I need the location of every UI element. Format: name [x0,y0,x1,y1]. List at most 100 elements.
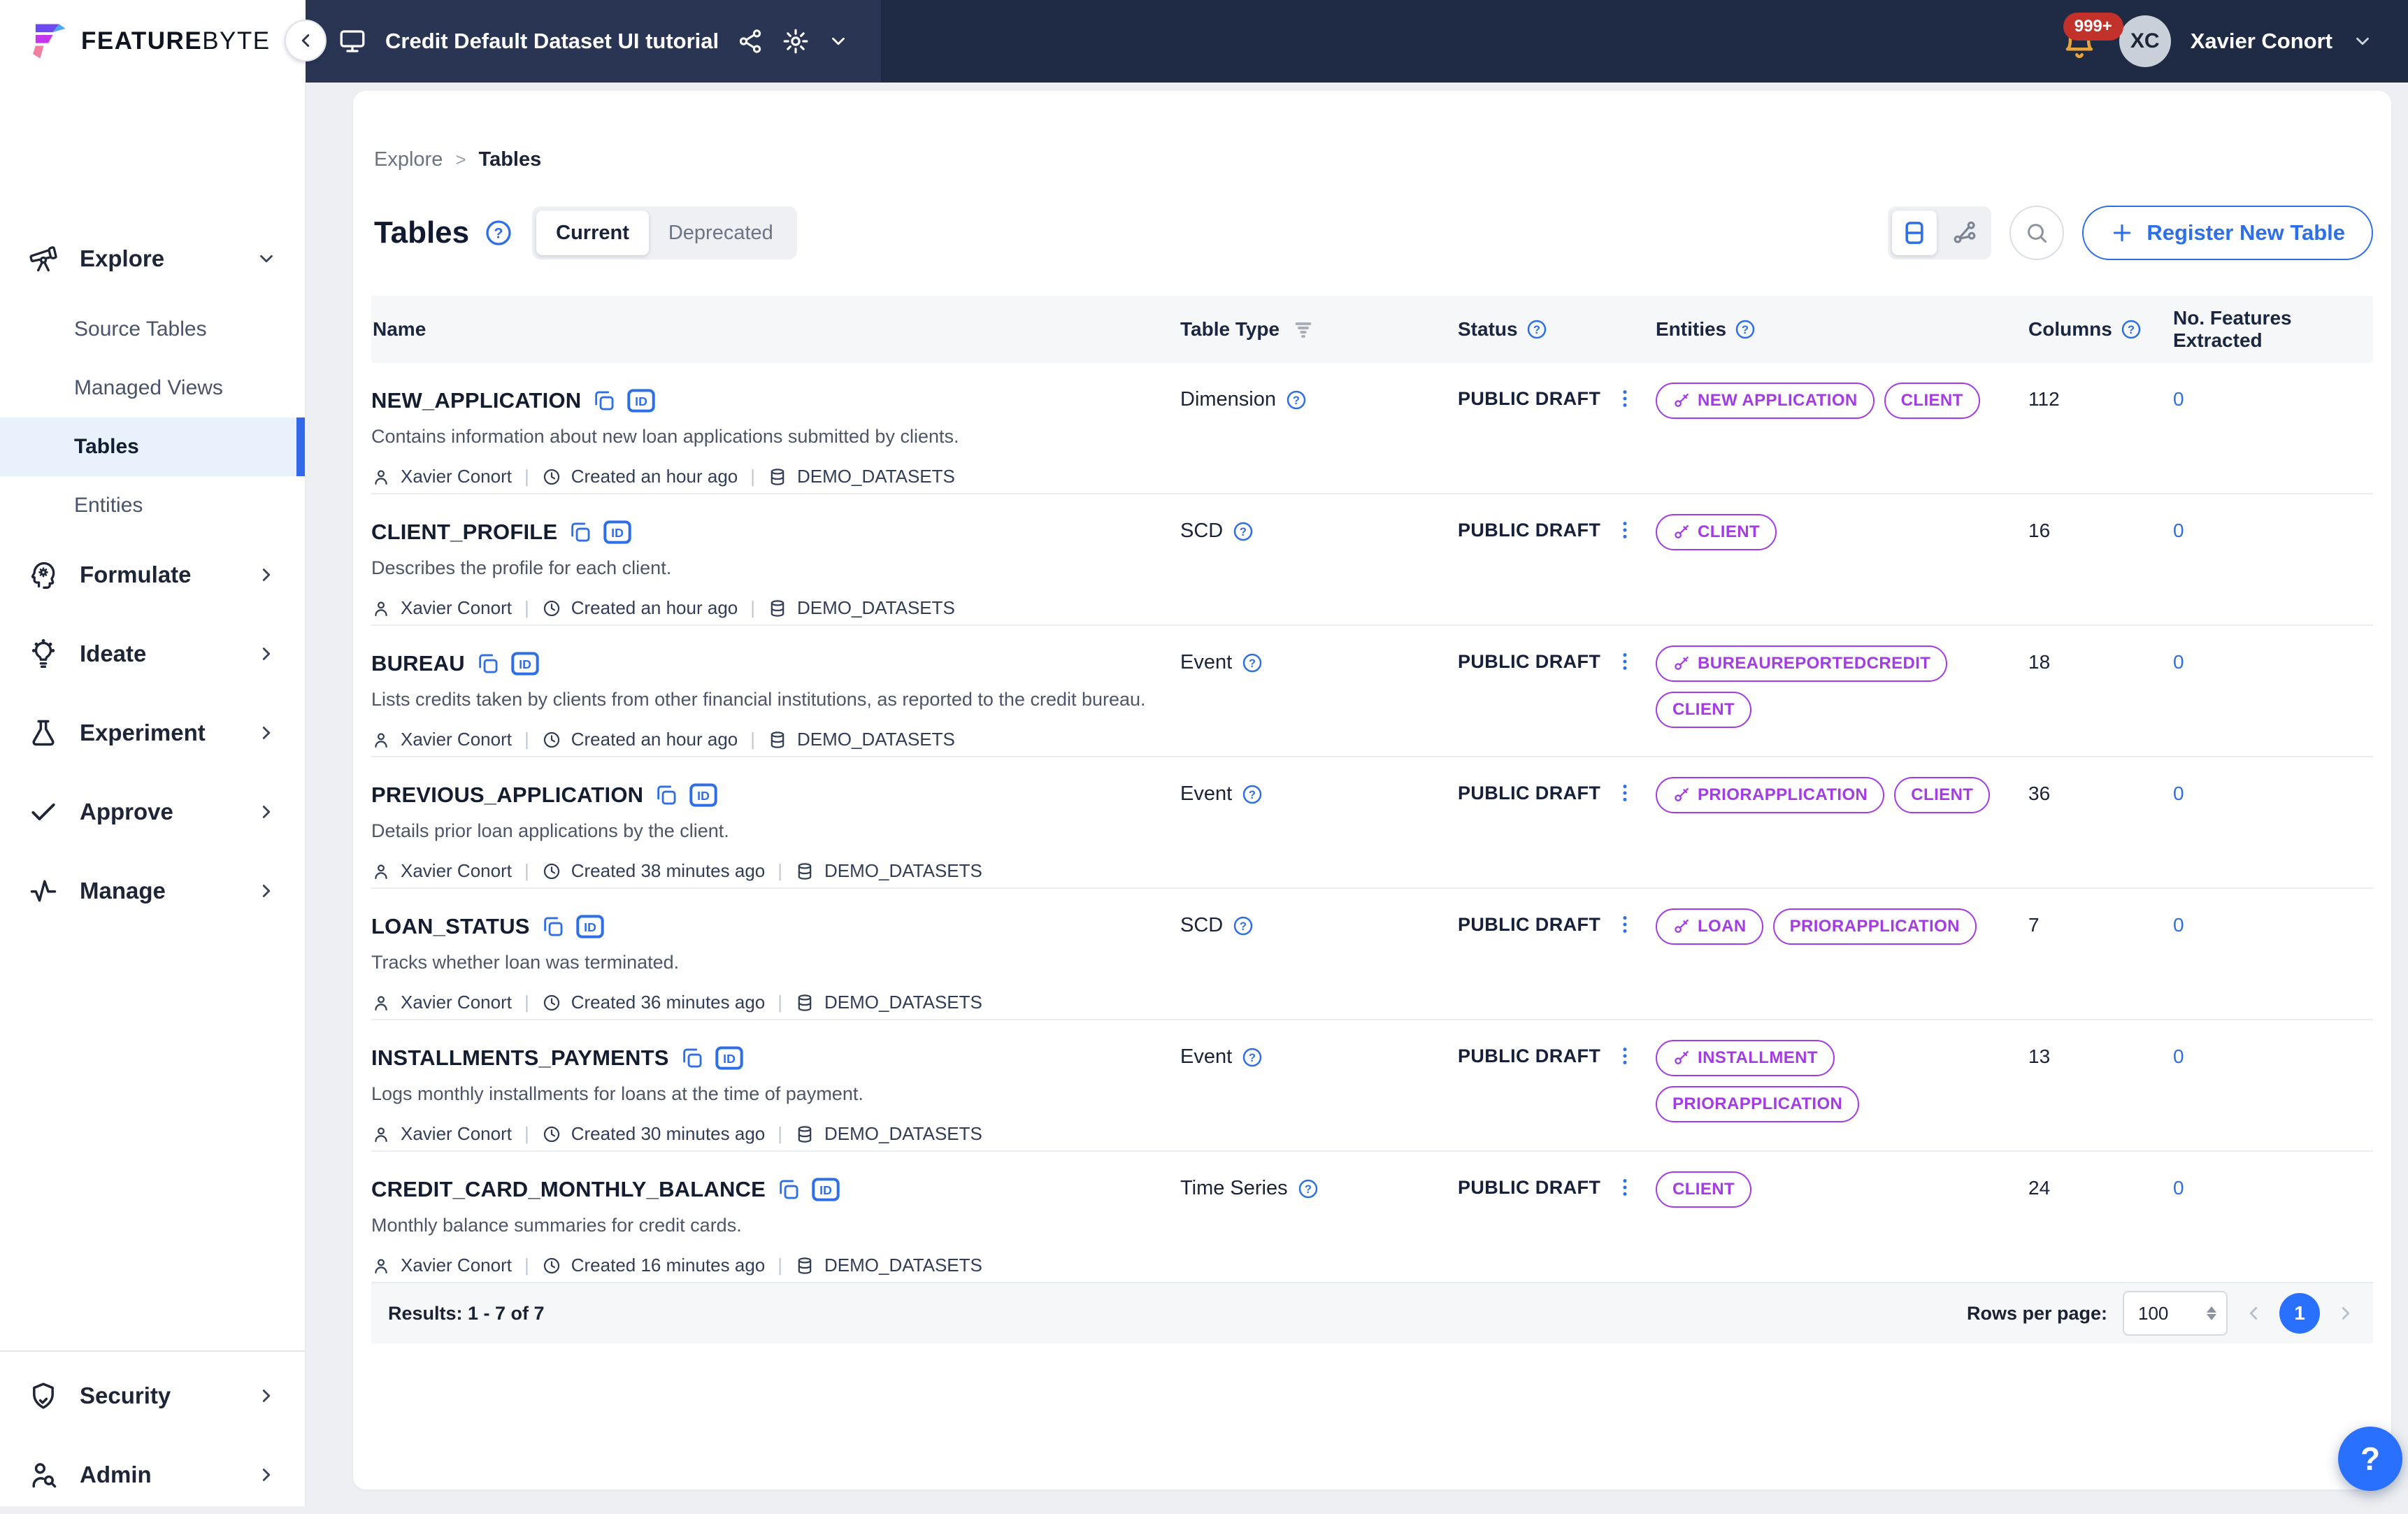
entity-chip[interactable]: PRIORAPPLICATION [1773,908,1977,945]
copy-icon[interactable] [476,652,500,676]
features-count-link[interactable]: 0 [2173,914,2184,936]
help-circle-icon[interactable] [485,219,513,247]
page-number-button[interactable]: 1 [2279,1293,2320,1334]
column-header-columns[interactable]: Columns [2028,296,2173,363]
sidebar-collapse-button[interactable] [285,20,327,62]
table-name-link[interactable]: NEW_APPLICATION [371,388,581,413]
chevron-down-icon[interactable] [828,31,849,52]
copy-icon[interactable] [777,1178,801,1201]
entity-chip[interactable]: LOAN [1656,908,1763,945]
entity-chip[interactable]: PRIORAPPLICATION [1656,777,1884,813]
features-count-link[interactable]: 0 [2173,651,2184,673]
project-selector[interactable]: Credit Default Dataset UI tutorial [306,0,881,83]
id-badge-icon[interactable] [576,915,604,938]
kebab-menu-icon[interactable] [1614,913,1635,936]
sidebar-item-entities[interactable]: Entities [0,476,305,535]
user-menu-chevron-icon[interactable] [2352,31,2373,52]
next-page-button[interactable] [2335,1303,2356,1324]
id-badge-icon[interactable] [715,1046,743,1070]
kebab-menu-icon[interactable] [1614,1044,1635,1068]
table-row[interactable]: INSTALLMENTS_PAYMENTS Logs monthly insta… [371,1020,2373,1152]
sidebar-section-approve[interactable]: Approve [0,772,305,851]
entity-chip[interactable]: CLIENT [1656,514,1777,550]
sidebar-section-experiment[interactable]: Experiment [0,693,305,772]
id-badge-icon[interactable] [627,389,655,413]
question-circle-icon[interactable] [1242,652,1263,673]
copy-icon[interactable] [541,915,565,938]
features-count-link[interactable]: 0 [2173,1045,2184,1067]
kebab-menu-icon[interactable] [1614,387,1635,410]
rows-per-page-select[interactable]: 100 [2123,1291,2228,1336]
entity-chip[interactable]: BUREAUREPORTEDCREDIT [1656,645,1947,682]
copy-icon[interactable] [592,389,616,413]
entity-chip[interactable]: PRIORAPPLICATION [1656,1086,1859,1122]
question-circle-icon[interactable] [1242,784,1263,805]
entity-chip[interactable]: CLIENT [1656,1171,1751,1208]
table-row[interactable]: NEW_APPLICATION Contains information abo… [371,363,2373,494]
sidebar-item-tables[interactable]: Tables [0,417,305,476]
avatar[interactable]: XC [2119,15,2171,67]
table-row[interactable]: PREVIOUS_APPLICATION Details prior loan … [371,757,2373,889]
question-circle-icon[interactable] [2121,319,2142,340]
sidebar-section-formulate[interactable]: Formulate [0,535,305,614]
table-row[interactable]: CREDIT_CARD_MONTHLY_BALANCE Monthly bala… [371,1152,2373,1283]
question-circle-icon[interactable] [1526,319,1547,340]
table-name-link[interactable]: CREDIT_CARD_MONTHLY_BALANCE [371,1177,766,1202]
table-view-button[interactable] [1892,210,1937,255]
sidebar-section-admin[interactable]: Admin [0,1435,305,1514]
table-name-link[interactable]: PREVIOUS_APPLICATION [371,783,643,808]
column-header-table-type[interactable]: Table Type [1180,296,1458,363]
help-fab-button[interactable]: ? [2338,1427,2402,1491]
share-icon[interactable] [737,28,764,55]
previous-page-button[interactable] [2243,1303,2264,1324]
kebab-menu-icon[interactable] [1614,518,1635,542]
id-badge-icon[interactable] [511,652,539,676]
entity-chip[interactable]: CLIENT [1894,777,1990,813]
sidebar-section-ideate[interactable]: Ideate [0,614,305,693]
column-header-features[interactable]: No. Features Extracted [2173,296,2373,363]
id-badge-icon[interactable] [603,520,631,544]
sidebar-section-manage[interactable]: Manage [0,851,305,930]
table-name-link[interactable]: BUREAU [371,651,465,676]
table-row[interactable]: BUREAU Lists credits taken by clients fr… [371,626,2373,757]
entity-chip[interactable]: CLIENT [1884,383,1980,419]
id-badge-icon[interactable] [812,1178,840,1201]
question-circle-icon[interactable] [1233,521,1254,542]
entity-chip[interactable]: NEW APPLICATION [1656,383,1875,419]
features-count-link[interactable]: 0 [2173,388,2184,410]
table-row[interactable]: CLIENT_PROFILE Describes the profile for… [371,494,2373,626]
question-circle-icon[interactable] [1298,1178,1319,1199]
entity-chip[interactable]: CLIENT [1656,692,1751,728]
kebab-menu-icon[interactable] [1614,781,1635,805]
filter-funnel-icon[interactable] [1292,318,1314,341]
id-badge-icon[interactable] [689,783,717,807]
copy-icon[interactable] [654,783,678,807]
question-circle-icon[interactable] [1242,1047,1263,1068]
sidebar-section-explore[interactable]: Explore [0,226,305,292]
column-header-entities[interactable]: Entities [1656,296,2028,363]
sidebar-item-source-tables[interactable]: Source Tables [0,300,305,359]
features-count-link[interactable]: 0 [2173,1177,2184,1199]
entity-chip[interactable]: INSTALLMENT [1656,1040,1835,1076]
sidebar-item-managed-views[interactable]: Managed Views [0,359,305,417]
tab-current[interactable]: Current [536,210,649,255]
table-name-link[interactable]: LOAN_STATUS [371,914,530,939]
table-row[interactable]: LOAN_STATUS Tracks whether loan was term… [371,889,2373,1020]
gear-icon[interactable] [782,27,810,55]
search-button[interactable] [2009,206,2064,260]
kebab-menu-icon[interactable] [1614,650,1635,673]
question-circle-icon[interactable] [1286,390,1307,410]
kebab-menu-icon[interactable] [1614,1176,1635,1199]
column-header-status[interactable]: Status [1458,296,1656,363]
spinner-arrows-icon[interactable] [2207,1306,2216,1320]
features-count-link[interactable]: 0 [2173,783,2184,804]
register-new-table-button[interactable]: Register New Table [2082,206,2373,260]
breadcrumb-explore[interactable]: Explore [374,148,443,171]
copy-icon[interactable] [680,1046,704,1070]
notifications-button[interactable]: 999+ [2059,21,2100,62]
table-name-link[interactable]: CLIENT_PROFILE [371,520,557,545]
copy-icon[interactable] [568,520,592,544]
graph-view-button[interactable] [1942,210,1987,255]
features-count-link[interactable]: 0 [2173,520,2184,541]
question-circle-icon[interactable] [1735,319,1756,340]
